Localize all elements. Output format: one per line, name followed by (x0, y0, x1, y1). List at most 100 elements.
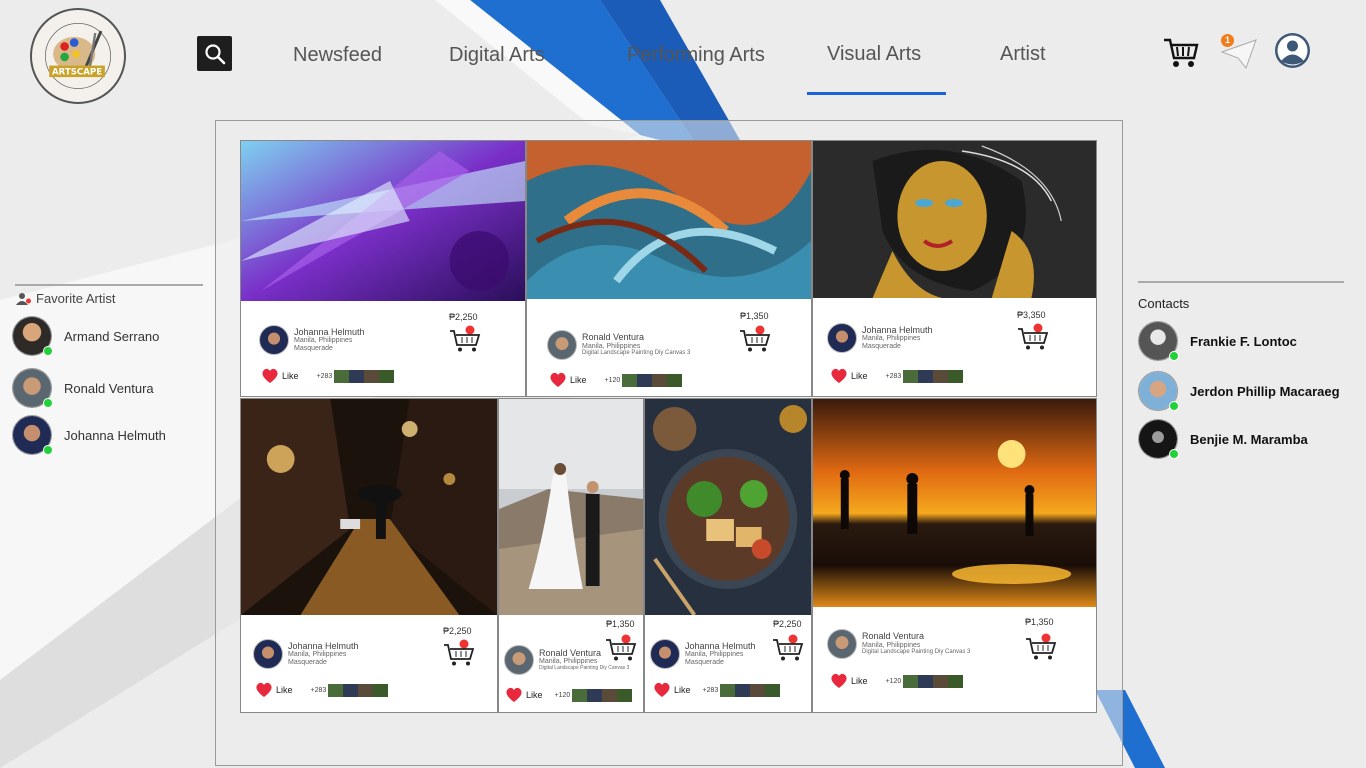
seller-info[interactable]: Johanna Helmuth Manila, Philippines Masq… (650, 639, 756, 669)
artist-name: Ronald Ventura (64, 380, 154, 396)
tab-visual-arts[interactable]: Visual Arts (827, 43, 921, 66)
add-to-cart-icon[interactable] (772, 634, 804, 662)
like-row: Like +283 (653, 682, 781, 698)
online-indicator (1169, 449, 1179, 459)
seller-info[interactable]: Ronald Ventura Manila, Philippines Digit… (547, 330, 690, 360)
artwork-title: Digital Landscape Painting Diy Canvas 3 (862, 649, 971, 656)
online-indicator (43, 346, 53, 356)
contact-name: Benjie M. Maramba (1190, 431, 1308, 447)
favorite-artist-item[interactable]: Ronald Ventura (12, 368, 154, 408)
seller-info[interactable]: Johanna Helmuth Manila, Philippines Masq… (253, 639, 359, 669)
favorite-artist-item[interactable]: Johanna Helmuth (12, 415, 166, 455)
like-button[interactable]: Like (851, 676, 868, 686)
artwork-card[interactable]: Ronald Ventura Manila, Philippines Digit… (526, 140, 812, 397)
contact-item[interactable]: Frankie F. Lontoc (1138, 321, 1297, 361)
seller-avatar (259, 325, 289, 355)
like-row: Like +283 (255, 682, 389, 698)
artwork-image[interactable] (241, 141, 525, 301)
liker-thumbnails (903, 674, 964, 688)
divider (15, 284, 203, 286)
seller-info[interactable]: Johanna Helmuth Manila, Philippines Masq… (259, 325, 365, 355)
seller-location: Manila, Philippines (862, 641, 921, 649)
add-to-cart-icon[interactable] (443, 639, 475, 667)
favorite-artist-item[interactable]: Armand Serrano (12, 316, 159, 356)
artwork-price: ₱1,350 (1025, 617, 1054, 627)
artwork-card[interactable]: Johanna Helmuth Manila, Philippines Masq… (644, 398, 812, 713)
like-button[interactable]: Like (570, 375, 587, 385)
seller-avatar (827, 323, 857, 353)
online-indicator (1169, 351, 1179, 361)
artwork-image[interactable] (499, 399, 643, 615)
artwork-title: Digital Landscape Painting Diy Canvas 3 (539, 664, 630, 671)
tab-newsfeed[interactable]: Newsfeed (293, 44, 382, 67)
artwork-image[interactable] (645, 399, 811, 615)
heart-icon[interactable] (505, 687, 523, 703)
like-row: Like +120 (505, 687, 633, 703)
tab-digital-arts[interactable]: Digital Arts (449, 44, 545, 67)
tab-artist[interactable]: Artist (1000, 43, 1046, 66)
active-tab-indicator (807, 92, 946, 95)
like-button[interactable]: Like (282, 371, 299, 381)
seller-avatar (504, 645, 534, 675)
like-button[interactable]: Like (276, 685, 293, 695)
like-count: +120 (885, 677, 902, 685)
artwork-image[interactable] (241, 399, 497, 615)
artwork-image[interactable] (813, 141, 1096, 298)
heart-icon[interactable] (653, 682, 671, 698)
heart-icon[interactable] (255, 682, 273, 698)
seller-info[interactable]: Ronald Ventura Manila, Philippines Digit… (827, 629, 970, 659)
artwork-price: ₱1,350 (606, 619, 635, 629)
seller-avatar (650, 639, 680, 669)
seller-location: Manila, Philippines (862, 335, 921, 343)
like-count: +283 (316, 372, 333, 380)
avatar (1138, 321, 1179, 361)
divider (1138, 281, 1344, 283)
heart-icon[interactable] (830, 368, 848, 384)
like-row: Like +120 (549, 372, 683, 388)
seller-name: Johanna Helmuth (288, 640, 359, 651)
cart-icon[interactable] (1162, 36, 1200, 70)
artwork-card[interactable]: Johanna Helmuth Manila, Philippines Masq… (812, 140, 1097, 397)
seller-location: Manila, Philippines (288, 651, 347, 659)
user-pin-icon (16, 292, 31, 305)
contacts-sidebar: Contacts Frankie F. Lontoc Jerdon Philli… (1138, 281, 1344, 459)
artist-name: Armand Serrano (64, 328, 160, 344)
liker-thumbnails (720, 683, 781, 697)
online-indicator (1169, 401, 1179, 411)
avatar (1138, 419, 1179, 459)
contact-item[interactable]: Jerdon Phillip Macaraeg (1138, 371, 1340, 411)
avatar (12, 316, 53, 356)
seller-avatar (253, 639, 283, 669)
seller-info[interactable]: Johanna Helmuth Manila, Philippines Masq… (827, 323, 933, 353)
artwork-card[interactable]: Ronald Ventura Manila, Philippines Digit… (812, 398, 1097, 713)
artwork-image[interactable] (813, 399, 1096, 607)
artwork-title: Masquerade (294, 344, 333, 352)
add-to-cart-icon[interactable] (449, 325, 481, 353)
heart-icon[interactable] (261, 368, 279, 384)
like-button[interactable]: Like (851, 371, 868, 381)
artwork-card[interactable]: Johanna Helmuth Manila, Philippines Masq… (240, 398, 498, 713)
artwork-card[interactable]: Ronald Ventura Manila, Philippines Digit… (498, 398, 644, 713)
seller-location: Manila, Philippines (685, 651, 744, 659)
artwork-title: Masquerade (685, 658, 724, 666)
contact-item[interactable]: Benjie M. Maramba (1138, 419, 1308, 459)
heart-icon[interactable] (830, 673, 848, 689)
contacts-title: Contacts (1138, 296, 1190, 311)
artwork-card[interactable]: Johanna Helmuth Manila, Philippines Masq… (240, 140, 526, 397)
seller-name: Johanna Helmuth (294, 326, 365, 337)
like-count: +120 (554, 691, 571, 699)
liker-thumbnails (903, 369, 964, 383)
add-to-cart-icon[interactable] (1017, 323, 1049, 351)
like-button[interactable]: Like (674, 685, 691, 695)
like-button[interactable]: Like (526, 690, 543, 700)
profile-icon[interactable] (1274, 32, 1311, 69)
favorite-artist-title: Favorite Artist (36, 291, 116, 306)
contact-name: Jerdon Phillip Macaraeg (1190, 383, 1340, 399)
heart-icon[interactable] (549, 372, 567, 388)
artwork-price: ₱3,350 (1017, 310, 1046, 320)
tab-performing-arts[interactable]: Performing Arts (627, 44, 765, 67)
add-to-cart-icon[interactable] (739, 325, 771, 353)
add-to-cart-icon[interactable] (1025, 633, 1057, 661)
artwork-image[interactable] (527, 141, 811, 299)
add-to-cart-icon[interactable] (605, 634, 637, 662)
